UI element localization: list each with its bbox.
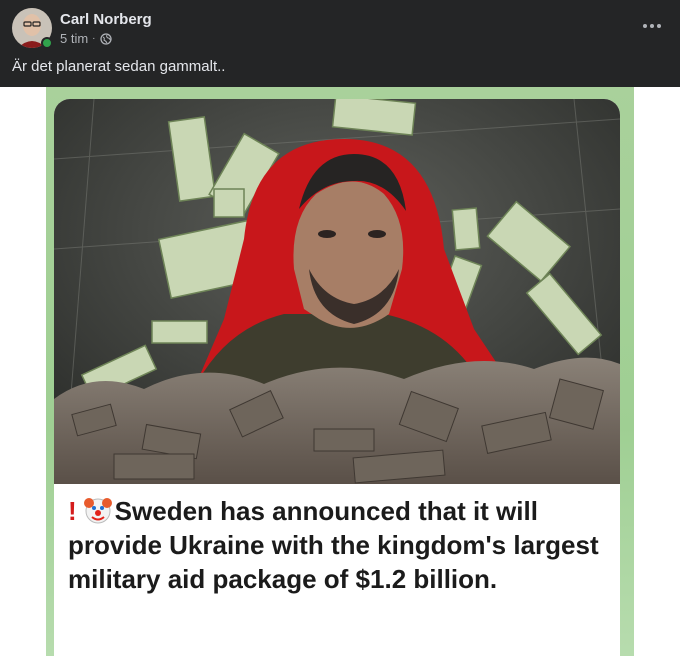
exclamation-icon: ! xyxy=(68,496,77,526)
author-name[interactable]: Carl Norberg xyxy=(60,11,152,28)
meta-separator: · xyxy=(92,33,96,44)
post-header: Carl Norberg 5 tim · Är det planerat sed… xyxy=(0,0,680,87)
post-text: Är det planerat sedan gammalt.. xyxy=(12,58,226,75)
image-scene: 100 xyxy=(54,99,620,484)
more-dot-icon xyxy=(657,24,661,28)
post-meta: 5 tim · xyxy=(60,31,112,46)
more-options-button[interactable] xyxy=(638,12,666,40)
post-time[interactable]: 5 tim xyxy=(60,31,88,46)
post-image[interactable]: 100 !Sweden has announced that it xyxy=(0,87,680,656)
online-status-dot xyxy=(41,37,53,49)
image-caption: ! Sweden has announced that it will provi… xyxy=(68,494,608,596)
more-dot-icon xyxy=(643,24,647,28)
clown-face-icon xyxy=(83,495,113,525)
more-dot-icon xyxy=(650,24,654,28)
image-card: 100 !Sweden has announced that it xyxy=(54,99,620,656)
caption-text: Sweden has announced that it will provid… xyxy=(68,496,599,594)
globe-icon[interactable] xyxy=(99,32,112,45)
